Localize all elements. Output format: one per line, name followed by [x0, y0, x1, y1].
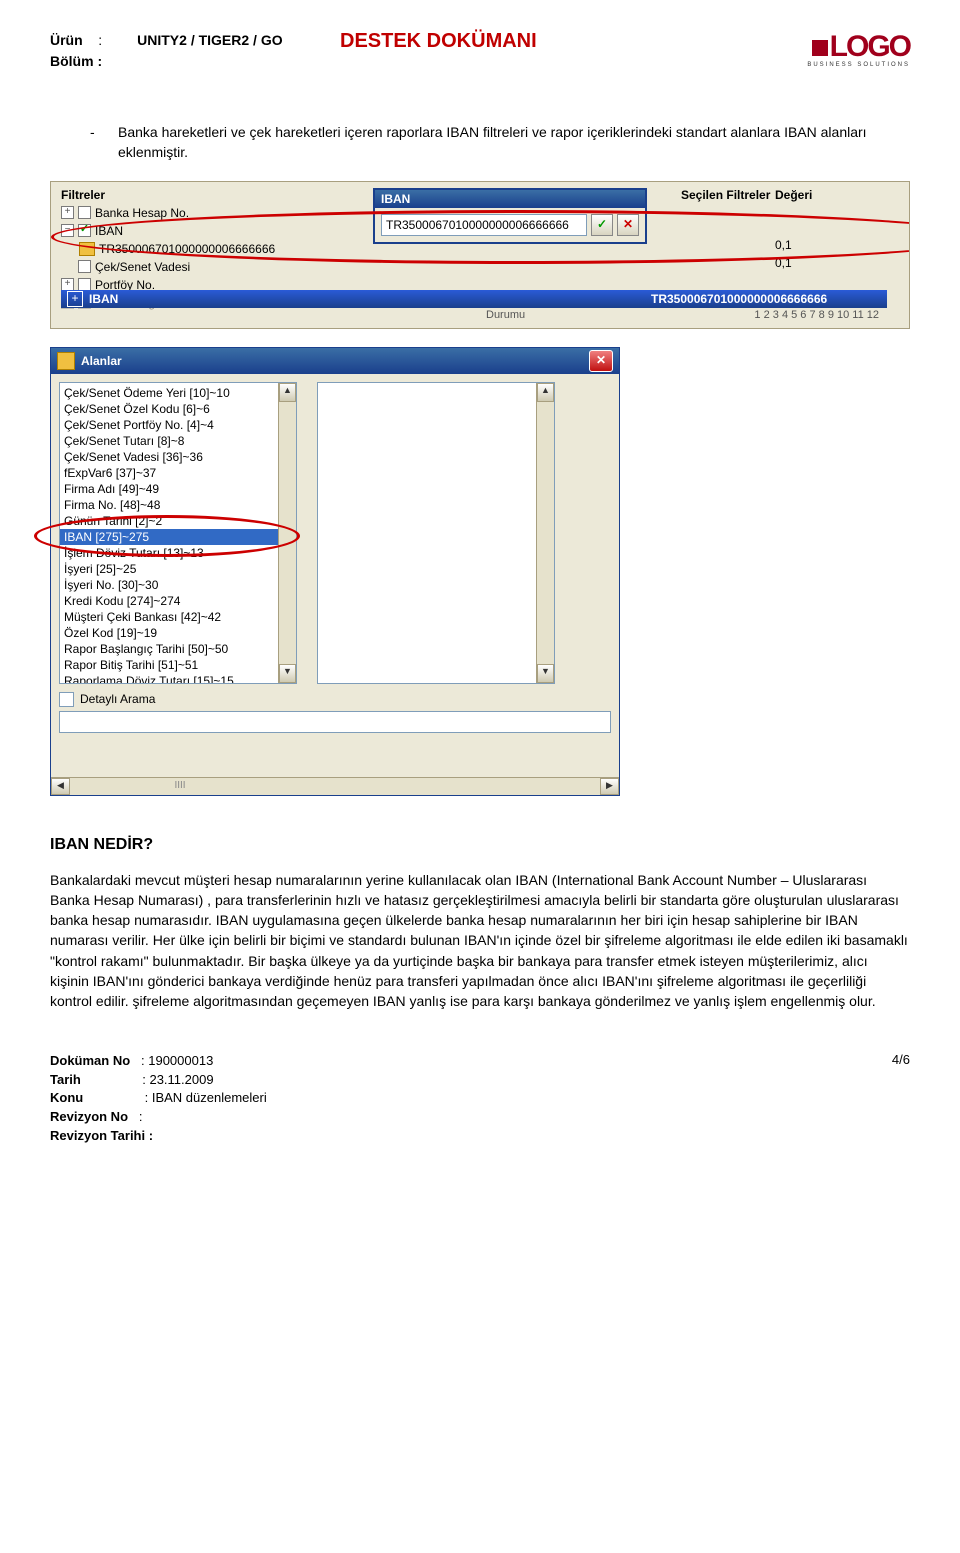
list-item[interactable]: İşyeri No. [30]~30 [60, 577, 278, 593]
expand-icon[interactable]: + [61, 206, 74, 219]
list-item[interactable]: fExpVar6 [37]~37 [60, 465, 278, 481]
list-item[interactable]: Kredi Kodu [274]~274 [60, 593, 278, 609]
scroll-left-icon[interactable]: ◀ [51, 778, 70, 795]
app-icon [57, 352, 75, 370]
selected-iban-band[interactable]: + IBAN TR350006701000000006666666 [61, 290, 887, 308]
checkbox-icon[interactable] [78, 206, 91, 219]
search-input[interactable] [59, 711, 611, 733]
tree-row-ceksenet[interactable]: Çek/Senet Vadesi [61, 258, 381, 276]
list-item[interactable]: Çek/Senet Ödeme Yeri [10]~10 [60, 385, 278, 401]
collapse-icon[interactable]: − [61, 224, 74, 237]
logo-text: LOGO [830, 30, 910, 64]
list-item[interactable]: Çek/Senet Portföy No. [4]~4 [60, 417, 278, 433]
product-label: Ürün [50, 32, 83, 48]
band-label: IBAN [89, 292, 651, 306]
bullet-text: Banka hareketleri ve çek hareketleri içe… [118, 122, 910, 163]
selected-filters: Seçilen Filtreler Değeri 0,1 [681, 188, 899, 272]
checkbox-icon[interactable] [78, 260, 91, 273]
doc-title: DESTEK DOKÜMANI [340, 30, 740, 53]
f-dokno-v: : 190000013 [141, 1053, 213, 1068]
list-item[interactable]: Çek/Senet Tutarı [8]~8 [60, 433, 278, 449]
section-label: Bölüm : [50, 53, 102, 69]
dialog-title: Alanlar [81, 354, 122, 368]
filters-header: Filtreler [61, 188, 381, 202]
colon: : [98, 32, 102, 48]
list-item[interactable]: Rapor Bitiş Tarihi [51]~51 [60, 657, 278, 673]
logo-subtitle: BUSINESS SOLUTIONS [740, 62, 910, 68]
f-revtarih-l: Revizyon Tarihi : [50, 1128, 153, 1143]
tree-label: Banka Hesap No. [95, 206, 189, 220]
page-header: Ürün : UNITY2 / TIGER2 / GO Bölüm : DEST… [50, 30, 910, 72]
bullet-row: - Banka hareketleri ve çek hareketleri i… [90, 122, 910, 163]
list-item[interactable]: Firma Adı [49]~49 [60, 481, 278, 497]
screenshot-alanlar-dialog: Alanlar ✕ Çek/Senet Ödeme Yeri [10]~10Çe… [50, 347, 620, 796]
dialog-titlebar[interactable]: Alanlar ✕ [51, 348, 619, 374]
scroll-down-icon[interactable]: ▼ [279, 664, 296, 683]
list-item[interactable]: Raporlama Döviz Tutarı [15]~15 [60, 673, 278, 683]
cancel-button[interactable]: ✕ [617, 214, 639, 236]
logo-square-icon [812, 40, 828, 56]
f-konu-l: Konu [50, 1090, 83, 1105]
band-value: TR350006701000000006666666 [651, 292, 881, 306]
list-item[interactable]: IBAN [275]~275 [60, 529, 278, 545]
iban-popup-title: IBAN [375, 190, 645, 208]
value-header: Değeri [775, 188, 885, 202]
tree-label: IBAN [95, 224, 123, 238]
list-item[interactable]: İşyeri [25]~25 [60, 561, 278, 577]
scroll-up-icon[interactable]: ▲ [279, 383, 296, 402]
bullet-dash: - [90, 122, 118, 163]
scroll-down-icon[interactable]: ▼ [537, 664, 554, 683]
page-footer: Doküman No : 190000013 Tarih : 23.11.200… [50, 1052, 910, 1146]
search-row: Detaylı Arama [59, 692, 611, 707]
search-label: Detaylı Arama [80, 692, 155, 706]
tree-row-iban[interactable]: − ✓ IBAN [61, 222, 381, 240]
checkbox-checked-icon[interactable]: ✓ [78, 224, 91, 237]
scrollbar-vertical[interactable]: ▲ ▼ [536, 383, 554, 683]
f-revno-l: Revizyon No [50, 1109, 128, 1124]
iban-input[interactable] [381, 214, 587, 236]
plus-icon[interactable]: + [67, 291, 83, 307]
list-item[interactable]: Firma No. [48]~48 [60, 497, 278, 513]
tree-row-iban-value[interactable]: TR350006701000000006666666 [79, 240, 381, 258]
tree-value: TR350006701000000006666666 [99, 242, 275, 256]
search-checkbox[interactable] [59, 692, 74, 707]
logo-block: LOGO BUSINESS SOLUTIONS [740, 30, 910, 68]
list-item[interactable]: İşlem Döviz Tutarı [13]~13 [60, 545, 278, 561]
list-item[interactable]: Rapor Başlangıç Tarihi [50]~50 [60, 641, 278, 657]
f-tarih-l: Tarih [50, 1072, 81, 1087]
iban-paragraph: Bankalardaki mevcut müşteri hesap numara… [50, 870, 910, 1012]
selected-header: Seçilen Filtreler [681, 188, 775, 202]
f-konu-v: : IBAN düzenlemeleri [145, 1090, 267, 1105]
iban-nedir-heading: IBAN NEDİR? [50, 836, 910, 854]
list-item[interactable]: Çek/Senet Özel Kodu [6]~6 [60, 401, 278, 417]
scrollbar-horizontal[interactable]: ◀ IIII ▶ [51, 777, 619, 795]
confirm-button[interactable]: ✓ [591, 214, 613, 236]
list-item[interactable]: Müşteri Çeki Bankası [42]~42 [60, 609, 278, 625]
close-icon[interactable]: ✕ [589, 350, 613, 372]
iban-popup: IBAN ✓ ✕ [373, 188, 647, 244]
scroll-up-icon[interactable]: ▲ [537, 383, 554, 402]
fields-listbox-right[interactable]: ▲ ▼ [317, 382, 555, 684]
folder-icon [79, 242, 95, 256]
page-number: 4/6 [850, 1052, 910, 1146]
scrollbar-vertical[interactable]: ▲ ▼ [278, 383, 296, 683]
tree-row-bankahesap[interactable]: + Banka Hesap No. [61, 204, 381, 222]
right-val-1: 0,1 [775, 238, 885, 252]
list-item[interactable]: Özel Kod [19]~19 [60, 625, 278, 641]
fields-listbox-left[interactable]: Çek/Senet Ödeme Yeri [10]~10Çek/Senet Öz… [59, 382, 297, 684]
durumu-label: Durumu [486, 309, 525, 321]
right-val-2: 0,1 [775, 256, 885, 270]
scroll-track[interactable]: IIII [70, 778, 290, 795]
list-item[interactable]: Çek/Senet Vadesi [36]~36 [60, 449, 278, 465]
f-dokno-l: Doküman No [50, 1053, 130, 1068]
screenshot-filters: Filtreler + Banka Hesap No. − ✓ IBAN [50, 181, 910, 329]
list-item[interactable]: Günün Tarihi [2]~2 [60, 513, 278, 529]
header-product-block: Ürün : UNITY2 / TIGER2 / GO Bölüm : [50, 30, 340, 72]
product-value: UNITY2 / TIGER2 / GO [137, 32, 282, 48]
f-tarih-v: : 23.11.2009 [142, 1072, 213, 1087]
scroll-right-icon[interactable]: ▶ [600, 778, 619, 795]
durumu-value: 1 2 3 4 5 6 7 8 9 10 11 12 [754, 309, 879, 321]
tree-label: Çek/Senet Vadesi [95, 260, 190, 274]
f-revno-v: : [139, 1109, 143, 1124]
